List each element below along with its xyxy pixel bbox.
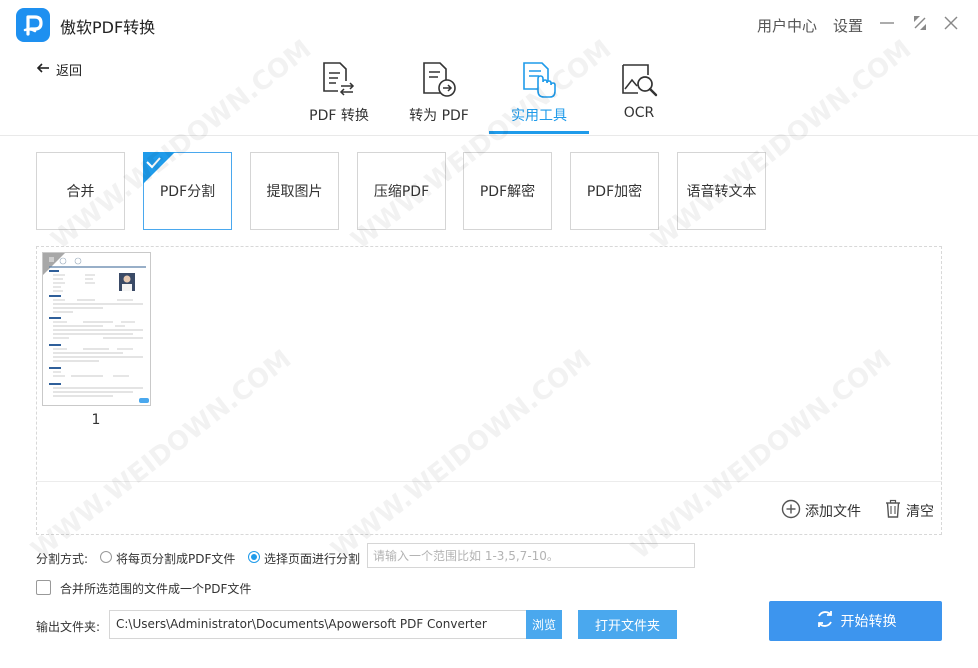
arrow-left-icon <box>36 62 50 78</box>
tool-pdf-decrypt[interactable]: PDF解密 <box>463 152 552 230</box>
tool-label: 提取图片 <box>266 184 323 200</box>
pdf-convert-icon <box>320 61 358 99</box>
user-center-link[interactable]: 用户中心 <box>757 15 817 36</box>
tab-label: PDF 转换 <box>309 108 369 124</box>
back-label: 返回 <box>56 64 83 79</box>
file-drop-area[interactable] <box>36 246 942 535</box>
tool-speech-to-text[interactable]: 语音转文本 <box>677 152 766 230</box>
restore-icon[interactable] <box>909 12 931 34</box>
tool-pdf-encrypt[interactable]: PDF加密 <box>570 152 659 230</box>
add-file-button[interactable]: 添加文件 <box>781 499 861 523</box>
output-folder-label: 输出文件夹: <box>36 620 101 634</box>
output-path-field[interactable]: C:\Users\Administrator\Documents\Apowers… <box>109 610 527 639</box>
to-pdf-icon <box>420 61 458 99</box>
app-logo-icon <box>16 8 50 42</box>
close-icon[interactable] <box>940 12 962 34</box>
browse-button[interactable]: 浏览 <box>526 610 562 639</box>
clear-label: 清空 <box>906 504 934 520</box>
active-tab-underline <box>489 131 589 134</box>
checkmark-icon <box>143 152 175 184</box>
tab-tools[interactable]: 实用工具 <box>489 58 589 134</box>
drop-area-divider <box>36 481 942 482</box>
tool-pdf-split[interactable]: PDF分割 <box>143 152 232 230</box>
tab-to-pdf[interactable]: 转为 PDF <box>389 58 489 134</box>
plus-circle-icon <box>781 499 801 523</box>
pdf-page-thumbnail[interactable] <box>42 252 151 406</box>
tab-label: 转为 PDF <box>409 108 469 124</box>
tab-ocr[interactable]: OCR <box>589 58 689 134</box>
page-range-input[interactable] <box>367 543 695 568</box>
minimize-icon[interactable] <box>876 12 898 34</box>
tool-label: PDF加密 <box>586 184 643 200</box>
radio-select-pages[interactable] <box>248 551 260 563</box>
tool-compress-pdf[interactable]: 压缩PDF <box>357 152 446 230</box>
tab-pdf-convert[interactable]: PDF 转换 <box>289 58 389 134</box>
refresh-icon <box>815 609 835 633</box>
settings-link[interactable]: 设置 <box>833 15 863 36</box>
tool-label: 合并 <box>66 184 95 200</box>
tool-label: 语音转文本 <box>686 184 757 200</box>
tool-label: 压缩PDF <box>373 184 430 200</box>
open-folder-button[interactable]: 打开文件夹 <box>578 610 677 639</box>
tool-label: PDF解密 <box>479 184 536 200</box>
clear-button[interactable]: 清空 <box>884 499 934 523</box>
tab-label: OCR <box>623 105 655 121</box>
page-number: 1 <box>91 412 101 428</box>
title-bar: 傲软PDF转换 用户中心 设置 <box>0 0 978 50</box>
merge-checkbox-label[interactable]: 合并所选范围的文件成一个PDF文件 <box>60 580 251 597</box>
tools-icon <box>520 61 558 99</box>
tool-extract-images[interactable]: 提取图片 <box>250 152 339 230</box>
radio-each-page-label[interactable]: 将每页分割成PDF文件 <box>116 550 235 567</box>
add-file-label: 添加文件 <box>805 504 861 520</box>
ocr-icon <box>620 61 658 99</box>
tab-label: 实用工具 <box>511 108 567 124</box>
tabs-divider <box>0 135 978 136</box>
start-convert-button[interactable]: 开始转换 <box>769 601 942 641</box>
trash-icon <box>884 499 902 523</box>
app-title: 傲软PDF转换 <box>60 18 156 37</box>
tool-merge[interactable]: 合并 <box>36 152 125 230</box>
split-mode-label: 分割方式: <box>36 552 89 566</box>
radio-each-page[interactable] <box>100 551 112 563</box>
radio-select-pages-label[interactable]: 选择页面进行分割 <box>264 550 360 567</box>
back-button[interactable]: 返回 <box>36 60 82 79</box>
merge-checkbox[interactable] <box>36 580 51 595</box>
start-convert-label: 开始转换 <box>840 614 897 630</box>
